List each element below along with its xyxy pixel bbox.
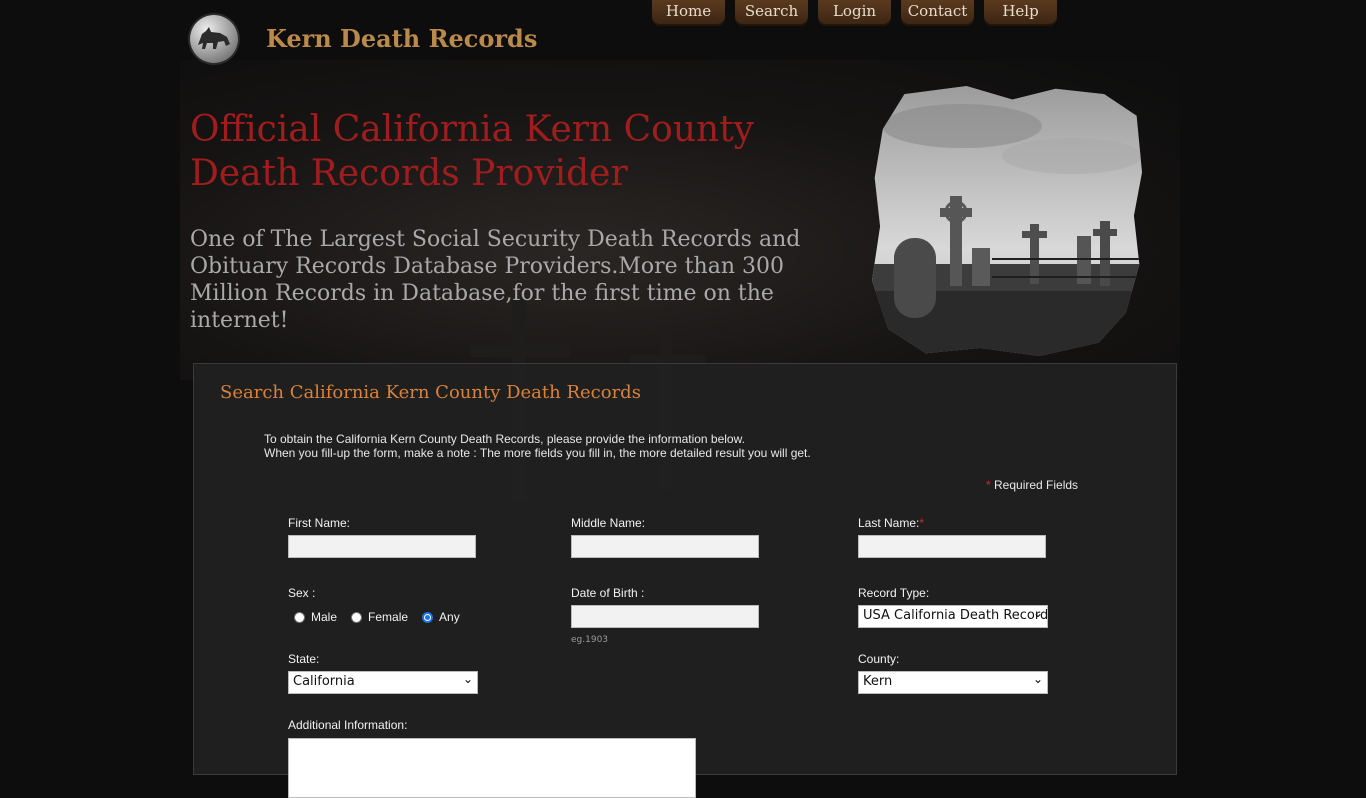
site-logo[interactable] (190, 15, 238, 63)
middle-name-input[interactable] (571, 535, 759, 558)
sex-any-label[interactable]: Any (439, 610, 460, 624)
sex-female-radio[interactable] (351, 611, 363, 623)
nav-help[interactable]: Help (984, 0, 1057, 26)
instructions-line-1: To obtain the California Kern County Dea… (264, 432, 745, 446)
middle-name-label: Middle Name: (571, 516, 646, 530)
search-panel-title: Search California Kern County Death Reco… (220, 382, 641, 403)
main-nav: Home Search Login Contact Help (652, 0, 1057, 26)
county-value: Kern (863, 674, 893, 689)
sex-male-radio[interactable] (294, 611, 305, 623)
state-value: California (293, 674, 355, 689)
chevron-down-icon: ⌄ (1032, 606, 1043, 620)
sex-label: Sex : (288, 586, 316, 600)
chevron-down-icon: ⌄ (1032, 672, 1043, 686)
required-asterisk: * (986, 478, 991, 492)
last-name-required-asterisk: * (919, 516, 925, 530)
instructions-line-2: When you fill-up the form, make a note :… (264, 446, 811, 460)
county-select[interactable]: Kern ⌄ (858, 671, 1048, 694)
search-form-panel: Search California Kern County Death Reco… (193, 363, 1177, 798)
nav-contact[interactable]: Contact (901, 0, 974, 26)
wolf-icon (198, 27, 230, 49)
last-name-input[interactable] (858, 535, 1046, 558)
additional-info-label: Additional Information: (288, 718, 408, 732)
state-select[interactable]: California ⌄ (288, 671, 478, 694)
first-name-label: First Name: (288, 516, 351, 530)
background-cross-decoration (470, 345, 570, 357)
last-name-label: Last Name:* (858, 516, 924, 530)
first-name-input[interactable] (288, 535, 476, 558)
last-name-label-text: Last Name: (858, 516, 920, 530)
record-type-value: USA California Death Records (863, 608, 1048, 623)
additional-info-textarea[interactable] (288, 738, 696, 798)
search-instructions: To obtain the California Kern County Dea… (264, 432, 811, 460)
nav-login[interactable]: Login (818, 0, 891, 26)
sex-radio-group: Male Female Any (292, 610, 472, 624)
sex-female-label[interactable]: Female (368, 610, 408, 624)
nav-home[interactable]: Home (652, 0, 725, 26)
dob-input[interactable] (571, 605, 759, 628)
dob-label: Date of Birth : (571, 586, 645, 600)
dob-hint: eg.1903 (571, 635, 609, 645)
record-type-label: Record Type: (858, 586, 930, 600)
hero-tagline: One of The Largest Social Security Death… (190, 227, 801, 333)
nav-search[interactable]: Search (735, 0, 808, 26)
county-label: County: (858, 652, 900, 666)
sex-any-radio[interactable] (422, 611, 434, 623)
chevron-down-icon: ⌄ (462, 672, 473, 686)
record-type-select[interactable]: USA California Death Records ⌄ (858, 605, 1048, 628)
sex-male-label[interactable]: Male (311, 610, 337, 624)
site-title[interactable]: Kern Death Records (266, 24, 537, 53)
state-label: State: (288, 652, 320, 666)
cemetery-photo (872, 86, 1142, 356)
hero-headline: Official California Kern County Death Re… (190, 109, 755, 194)
required-fields-label: Required Fields (994, 478, 1079, 492)
required-fields-note: * Required Fields (986, 478, 1078, 492)
